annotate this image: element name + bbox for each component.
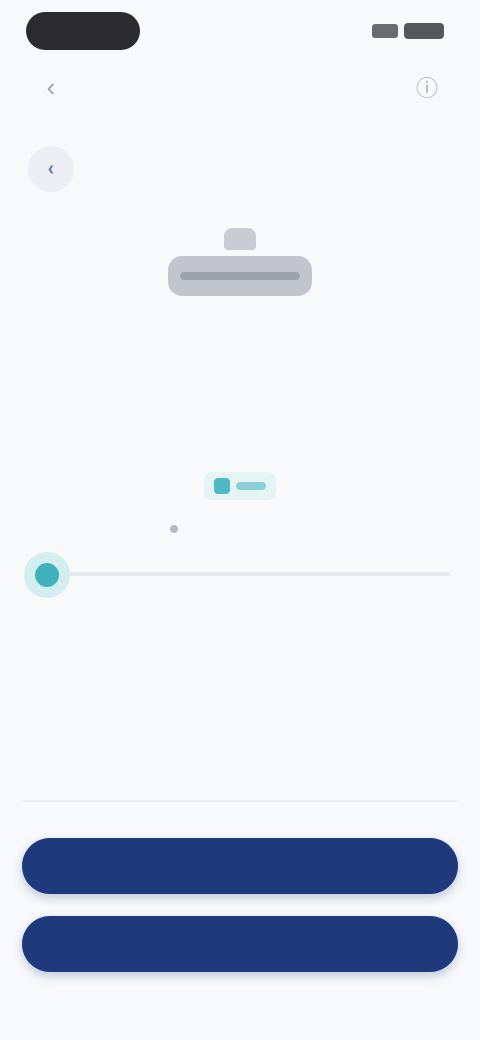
info-button[interactable]: ⓘ	[412, 72, 442, 102]
secondary-button[interactable]	[22, 916, 458, 972]
slider-track[interactable]	[48, 572, 450, 576]
device-top	[224, 228, 256, 250]
chip-label	[236, 482, 266, 490]
hero-illustration	[140, 210, 340, 310]
amount-slider[interactable]	[24, 548, 456, 608]
back-button[interactable]: ‹	[36, 72, 66, 102]
primary-button[interactable]	[22, 838, 458, 894]
dynamic-island	[26, 12, 140, 50]
chip-icon	[214, 478, 230, 494]
battery-icon	[404, 23, 444, 39]
divider	[22, 800, 458, 802]
accent-chip[interactable]	[204, 472, 276, 500]
status-icons	[358, 22, 444, 40]
status-bar	[0, 0, 480, 60]
stat-right	[280, 648, 440, 662]
navigation-bar: ‹ ⓘ	[0, 60, 480, 114]
info-link[interactable]	[170, 520, 320, 538]
device-body	[168, 256, 312, 296]
stat-left	[40, 648, 200, 662]
chevron-left-icon: ‹	[47, 157, 55, 180]
chevron-left-icon: ‹	[46, 72, 56, 102]
back-round-button[interactable]: ‹	[28, 146, 74, 192]
slider-thumb[interactable]	[24, 552, 70, 598]
signal-icon	[372, 24, 398, 38]
bullet-icon	[170, 525, 178, 533]
info-icon: ⓘ	[415, 76, 438, 101]
